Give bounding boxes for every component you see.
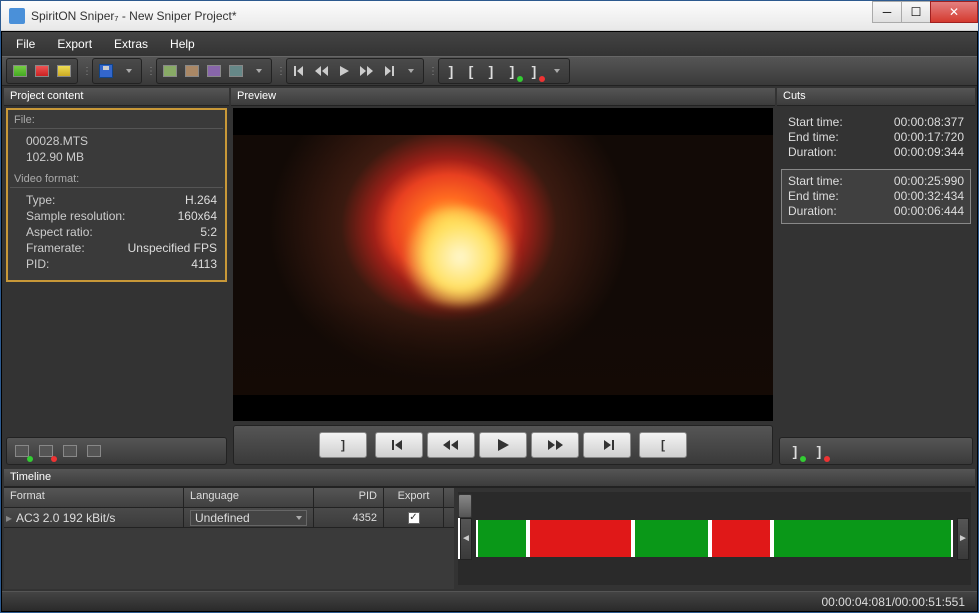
rewind-button[interactable] [427, 432, 475, 458]
cut-item[interactable]: Start time:00:00:25:990End time:00:00:32… [781, 169, 971, 224]
main-toolbar: ⋮ ⋮ ⋮ ⋮ [2, 56, 977, 86]
timeline-segment[interactable] [772, 520, 953, 557]
timeline-panel: Timeline Format Language PID Export ▸AC3… [4, 469, 975, 589]
window-title: SpiritON Sniper₇ - New Sniper Project* [31, 9, 873, 23]
col-pid[interactable]: PID [314, 488, 384, 507]
file-name: 00028.MTS [26, 133, 88, 149]
timeline-segment[interactable] [633, 520, 709, 557]
tool-cut-add[interactable]: ] [502, 61, 522, 81]
forward-button[interactable] [531, 432, 579, 458]
play-button[interactable] [479, 432, 527, 458]
tool-clip-dropdown[interactable] [248, 61, 268, 81]
tool-clip-3[interactable] [204, 61, 224, 81]
tool-play-dropdown[interactable] [400, 61, 420, 81]
cuts-list: Start time:00:00:08:377End time:00:00:17… [777, 106, 975, 228]
file-size: 102.90 MB [26, 149, 84, 165]
video-prop-row: Framerate:Unspecified FPS [26, 240, 217, 256]
video-frame [233, 135, 773, 395]
proj-tool-add[interactable] [12, 441, 32, 461]
cuts-panel-header: Cuts [777, 88, 975, 106]
export-checkbox[interactable]: ✓ [408, 512, 420, 524]
tool-open-green[interactable] [10, 61, 30, 81]
menubar: File Export Extras Help [2, 32, 977, 56]
proj-tool-3[interactable] [60, 441, 80, 461]
menu-extras[interactable]: Extras [110, 35, 152, 53]
col-language[interactable]: Language [184, 488, 314, 507]
timeline-scroll-right[interactable]: ► [957, 518, 969, 560]
tool-save-dropdown[interactable] [118, 61, 138, 81]
cuts-toolbar: ] ] [779, 437, 973, 465]
tool-clip-4[interactable] [226, 61, 246, 81]
statusbar: 00:00:04:081 / 00:00:51:551 [2, 591, 977, 611]
file-section-header: File: [10, 112, 223, 129]
app-window: SpiritON Sniper₇ - New Sniper Project* ─… [0, 0, 979, 613]
menu-file[interactable]: File [12, 35, 39, 53]
titlebar[interactable]: SpiritON Sniper₇ - New Sniper Project* ─… [1, 1, 978, 31]
playback-controls: ] [ [233, 425, 773, 465]
tool-play[interactable] [334, 61, 354, 81]
project-panel: Project content File: 00028.MTS 102.90 M… [4, 88, 229, 467]
project-panel-header: Project content [4, 88, 229, 106]
col-export[interactable]: Export [384, 488, 444, 507]
preview-viewport[interactable] [233, 108, 773, 421]
timeline-segment[interactable] [710, 520, 772, 557]
proj-tool-remove[interactable] [36, 441, 56, 461]
timeline-scroll-left[interactable]: ◄ [460, 518, 472, 560]
tool-clip-2[interactable] [182, 61, 202, 81]
tool-forward[interactable] [356, 61, 376, 81]
video-prop-row: PID:4113 [26, 256, 217, 272]
menu-help[interactable]: Help [166, 35, 199, 53]
menu-export[interactable]: Export [53, 35, 96, 53]
tool-cut-dropdown[interactable] [546, 61, 566, 81]
video-prop-row: Type:H.264 [26, 192, 217, 208]
tool-open-yellow[interactable] [54, 61, 74, 81]
minimize-button[interactable]: ─ [872, 1, 902, 23]
tool-clip-1[interactable] [160, 61, 180, 81]
project-info: File: 00028.MTS 102.90 MB Video format: … [6, 108, 227, 282]
tool-skip-end[interactable] [378, 61, 398, 81]
video-prop-row: Sample resolution:160x64 [26, 208, 217, 224]
timeline-track[interactable] [476, 520, 953, 557]
mark-out-start-button[interactable]: ] [319, 432, 367, 458]
tool-mark-out-2[interactable]: ] [482, 62, 500, 80]
tool-skip-start[interactable] [290, 61, 310, 81]
track-row[interactable]: ▸AC3 2.0 192 kBit/sUndefined4352✓ [4, 508, 454, 528]
video-section-header: Video format: [10, 171, 223, 188]
preview-panel-header: Preview [231, 88, 775, 106]
status-position: 00:00:04:081 [822, 595, 892, 609]
mark-in-end-button[interactable]: [ [639, 432, 687, 458]
video-prop-row: Aspect ratio:5:2 [26, 224, 217, 240]
app-icon [9, 8, 25, 24]
skip-start-button[interactable] [375, 432, 423, 458]
skip-end-button[interactable] [583, 432, 631, 458]
timeline-playhead-line [458, 518, 460, 559]
tool-mark-in[interactable]: [ [462, 62, 480, 80]
tool-mark-out-1[interactable]: ] [442, 62, 460, 80]
preview-panel: Preview ] [ [231, 88, 775, 467]
tool-save[interactable] [96, 61, 116, 81]
language-dropdown[interactable]: Undefined [190, 510, 307, 526]
timeline-panel-header: Timeline [4, 469, 975, 487]
track-table: Format Language PID Export ▸AC3 2.0 192 … [4, 488, 454, 589]
status-total: 00:00:51:551 [895, 595, 965, 609]
maximize-button[interactable]: ☐ [901, 1, 931, 23]
cuts-panel: Cuts Start time:00:00:08:377End time:00:… [777, 88, 975, 467]
cuts-tool-remove[interactable]: ] [809, 441, 829, 461]
timeline-visual[interactable]: ◄ ► [458, 492, 971, 585]
timeline-segment[interactable] [476, 520, 528, 557]
cuts-tool-add[interactable]: ] [785, 441, 805, 461]
tool-rewind[interactable] [312, 61, 332, 81]
close-button[interactable]: ✕ [930, 1, 978, 23]
timeline-marker-bottom[interactable] [458, 494, 472, 518]
project-toolbar [6, 437, 227, 465]
tool-open-red[interactable] [32, 61, 52, 81]
proj-tool-4[interactable] [84, 441, 104, 461]
col-format[interactable]: Format [4, 488, 184, 507]
tool-cut-remove[interactable]: ] [524, 61, 544, 81]
timeline-segment[interactable] [528, 520, 633, 557]
cut-item[interactable]: Start time:00:00:08:377End time:00:00:17… [781, 110, 971, 165]
